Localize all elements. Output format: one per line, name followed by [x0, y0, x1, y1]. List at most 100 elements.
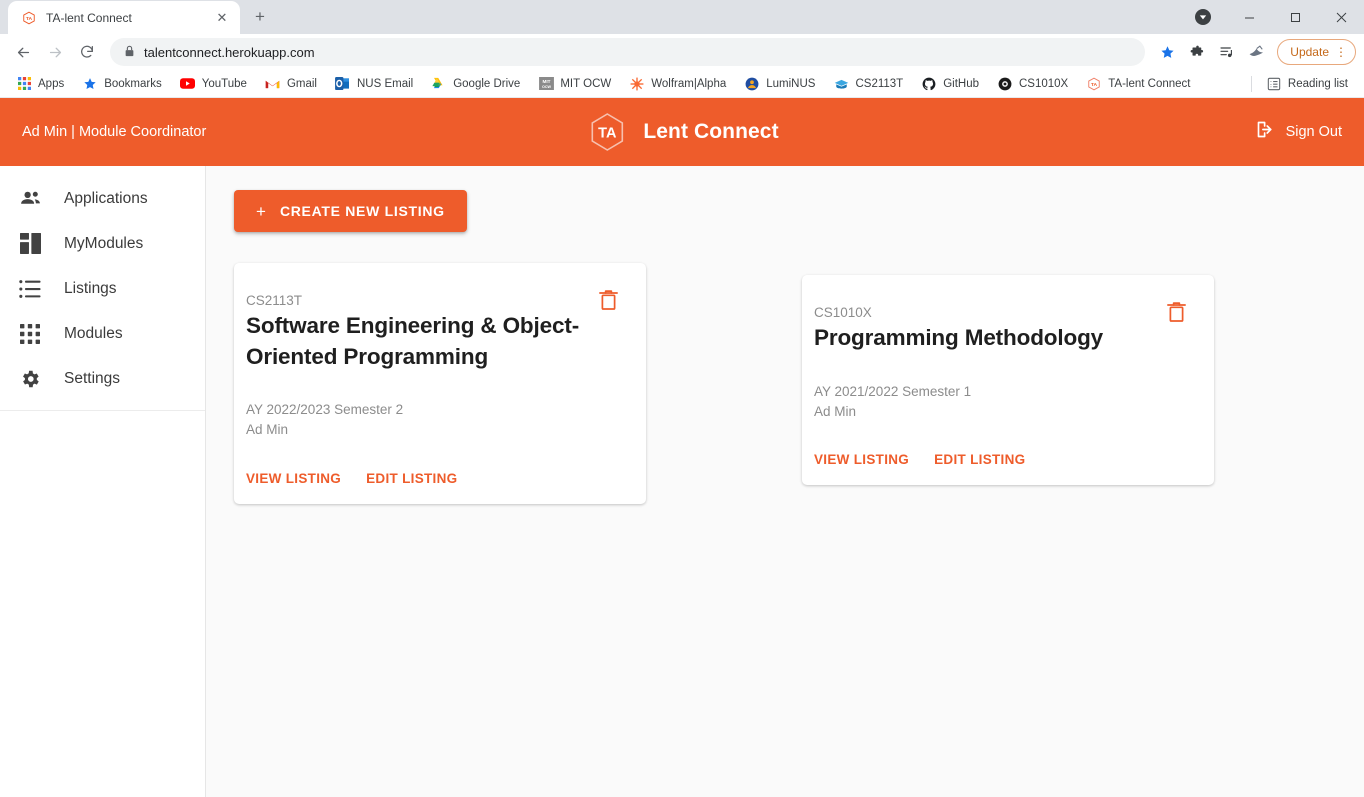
listing-meta: AY 2022/2023 Semester 2 Ad Min	[246, 400, 616, 441]
bookmark-wolfram-alpha[interactable]: Wolfram|Alpha	[621, 73, 734, 95]
listing-card-grid: CS2113T Software Engineering & Object-Or…	[234, 263, 1340, 504]
page-body: Applications MyModules Listings Modules …	[0, 166, 1364, 797]
listing-owner: Ad Min	[246, 422, 289, 438]
bookmarks-bar: Apps Bookmarks YouTube Gmail NUS Email G…	[0, 70, 1364, 98]
minimize-button[interactable]	[1226, 0, 1272, 34]
bookmark-github[interactable]: GitHub	[913, 73, 987, 95]
downloads-button[interactable]	[1180, 0, 1226, 34]
svg-text:TA: TA	[1091, 82, 1098, 88]
view-listing-link[interactable]: VIEW LISTING	[246, 471, 341, 486]
sign-out-icon	[1255, 119, 1276, 145]
svg-text:MIT: MIT	[542, 79, 550, 84]
tab-title: TA-lent Connect	[46, 10, 132, 25]
bookmark-label: Gmail	[286, 77, 317, 90]
star-icon	[82, 76, 98, 92]
cs2113t-icon	[833, 76, 849, 92]
sidebar-item-label: Listings	[64, 279, 117, 297]
bookmarks-separator	[1251, 75, 1252, 92]
extensions-icon[interactable]	[1183, 38, 1211, 66]
back-icon[interactable]	[8, 37, 38, 67]
bookmark-ta-lent-connect[interactable]: TA TA-lent Connect	[1078, 73, 1198, 95]
listing-meta: AY 2021/2022 Semester 1 Ad Min	[814, 382, 1184, 423]
sign-out-button[interactable]: Sign Out	[1255, 119, 1342, 145]
forward-icon[interactable]	[40, 37, 70, 67]
browser-window: TA TA-lent Connect ✕ + talentconnect.her…	[0, 0, 1364, 797]
browser-tab-active[interactable]: TA TA-lent Connect ✕	[8, 1, 240, 34]
drive-icon	[431, 76, 447, 92]
edit-listing-link[interactable]: EDIT LISTING	[366, 471, 457, 486]
bookmark-star-icon[interactable]	[1153, 38, 1181, 66]
tab-strip: TA TA-lent Connect ✕ +	[0, 0, 1364, 34]
window-close-button[interactable]	[1318, 0, 1364, 34]
gear-icon	[18, 367, 42, 391]
bookmark-label: NUS Email	[356, 77, 414, 90]
outlook-icon	[335, 76, 351, 92]
bookmark-label: MIT OCW	[560, 77, 612, 90]
listing-card[interactable]: CS2113T Software Engineering & Object-Or…	[234, 263, 646, 504]
reading-list-button[interactable]: Reading list	[1258, 73, 1356, 95]
maximize-button[interactable]	[1272, 0, 1318, 34]
bookmark-label: GitHub	[943, 77, 979, 90]
address-bar[interactable]: talentconnect.herokuapp.com	[110, 38, 1146, 66]
edit-listing-link[interactable]: EDIT LISTING	[934, 452, 1025, 467]
reload-icon[interactable]	[72, 37, 102, 67]
dashboard-icon	[18, 232, 42, 256]
sidebar-item-label: MyModules	[64, 234, 144, 252]
trash-icon[interactable]	[1165, 300, 1187, 324]
listing-module-code: CS1010X	[814, 305, 872, 320]
bookmark-label: LumiNUS	[766, 77, 816, 90]
brand-name: Lent Connect	[643, 120, 779, 143]
update-button[interactable]: Update ⋮	[1277, 39, 1356, 65]
download-icon	[1195, 9, 1211, 25]
brand: TA Lent Connect	[585, 110, 779, 154]
bookmark-luminus[interactable]: LumiNUS	[736, 73, 823, 95]
listing-actions: VIEW LISTING EDIT LISTING	[814, 452, 1184, 467]
listing-term: AY 2021/2022 Semester 1	[814, 383, 972, 399]
chrome-menu-icon[interactable]: ⋮	[1335, 46, 1347, 58]
bookmark-nus-email[interactable]: NUS Email	[327, 73, 421, 95]
bookmark-label: CS2113T	[855, 77, 904, 90]
create-new-listing-label: CREATE NEW LISTING	[279, 203, 445, 219]
reading-list-label: Reading list	[1287, 77, 1348, 90]
bookmark-google-drive[interactable]: Google Drive	[423, 73, 528, 95]
cs1010x-icon	[997, 76, 1013, 92]
svg-text:TA: TA	[26, 16, 33, 22]
bookmark-label: Wolfram|Alpha	[651, 77, 727, 90]
trash-icon[interactable]	[597, 288, 619, 312]
listing-card[interactable]: CS1010X Programming Methodology AY 2021/…	[802, 275, 1214, 486]
sidebar-item-listings[interactable]: Listings	[0, 266, 205, 311]
browser-toolbar: talentconnect.herokuapp.com Update ⋮	[0, 34, 1364, 70]
create-new-listing-button[interactable]: + CREATE NEW LISTING	[234, 190, 467, 232]
close-icon[interactable]: ✕	[214, 10, 230, 26]
bookmark-label: Apps	[38, 77, 65, 90]
gmail-icon	[265, 76, 281, 92]
bookmark-cs1010x[interactable]: CS1010X	[989, 73, 1076, 95]
main-content: + CREATE NEW LISTING CS2113T Software En…	[206, 166, 1364, 797]
sidebar-item-applications[interactable]: Applications	[0, 176, 205, 221]
youtube-icon	[180, 76, 196, 92]
sidebar-divider	[0, 410, 205, 411]
new-tab-button[interactable]: +	[246, 3, 274, 31]
bookmark-mit-ocw[interactable]: MIT OCW MIT OCW	[530, 73, 619, 95]
bookmark-bookmarks[interactable]: Bookmarks	[74, 73, 170, 95]
profile-avatar-icon[interactable]	[1243, 38, 1271, 66]
listing-title: Programming Methodology	[814, 325, 1104, 350]
bookmark-apps[interactable]: Apps	[8, 73, 72, 95]
bookmark-cs2113t[interactable]: CS2113T	[825, 73, 911, 95]
sidebar-item-modules[interactable]: Modules	[0, 311, 205, 356]
current-user-label: Ad Min | Module Coordinator	[22, 124, 207, 140]
list-icon	[18, 277, 42, 301]
sidebar-item-mymodules[interactable]: MyModules	[0, 221, 205, 266]
svg-text:TA: TA	[598, 126, 617, 142]
sidebar-item-settings[interactable]: Settings	[0, 356, 205, 401]
luminus-icon	[744, 76, 760, 92]
media-playlist-icon[interactable]	[1213, 38, 1241, 66]
sidebar-item-label: Applications	[64, 189, 148, 207]
bookmark-youtube[interactable]: YouTube	[172, 73, 255, 95]
listing-actions: VIEW LISTING EDIT LISTING	[246, 471, 616, 486]
sidebar: Applications MyModules Listings Modules …	[0, 166, 206, 797]
wolfram-icon	[629, 76, 645, 92]
view-listing-link[interactable]: VIEW LISTING	[814, 452, 909, 467]
bookmark-label: CS1010X	[1019, 77, 1069, 90]
bookmark-gmail[interactable]: Gmail	[257, 73, 325, 95]
